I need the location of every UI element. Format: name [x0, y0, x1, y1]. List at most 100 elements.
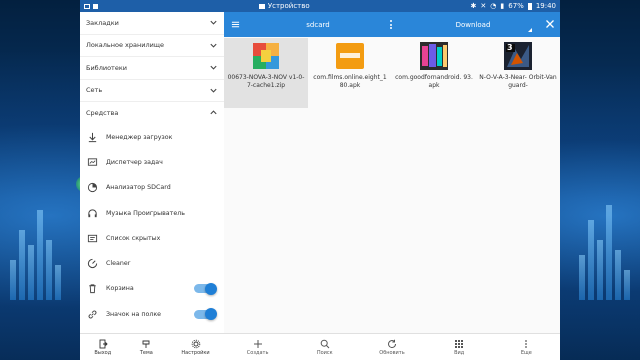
drawer-section-libraries[interactable]: Библиотеки	[80, 57, 224, 80]
drawer-bottom-bar: Выход Тема Настройки	[80, 333, 224, 360]
battery-percent: 67%	[508, 2, 524, 10]
hamburger-icon	[231, 21, 239, 28]
breadcrumb-download[interactable]: Download	[408, 12, 538, 37]
file-manager-app: Закладки Локальное хранилище Библиотеки …	[80, 12, 560, 360]
more-label: Еще	[520, 349, 532, 356]
battery-icon	[527, 2, 532, 10]
task-manager-icon	[86, 156, 98, 168]
status-bar: Устройство ✱ ✕ ◔ ▮ 67% 19:40	[80, 0, 560, 12]
refresh-icon	[388, 339, 396, 348]
navigation-drawer: Закладки Локальное хранилище Библиотеки …	[80, 12, 225, 360]
tool-label: Диспетчер задач	[106, 158, 163, 166]
tool-download-manager[interactable]: Менеджер загрузок	[80, 125, 224, 150]
drawer-section-label: Закладки	[86, 18, 119, 27]
theme-label: Тема	[139, 349, 153, 356]
equalizer-decoration-left	[10, 210, 61, 300]
tool-shelf-shortcut[interactable]: Значок на полке	[80, 302, 224, 327]
search-button[interactable]: Поиск	[300, 339, 350, 356]
file-item[interactable]: 00673-NOVA-3-NOV v1-0-7-cache1.zip	[224, 38, 308, 108]
more-button[interactable]: Еще	[501, 339, 551, 356]
nova3-game-icon: 3	[503, 41, 533, 71]
settings-button[interactable]: Настройки	[181, 339, 210, 356]
breadcrumb-sdcard[interactable]: sdcard	[248, 12, 388, 37]
more-icon	[525, 339, 528, 348]
drawer-section-tools[interactable]: Средства	[80, 102, 224, 125]
close-icon[interactable]	[544, 18, 556, 30]
file-name: N-O-V-A-3-Near- Orbit-Vanguard-	[479, 74, 557, 89]
tools-list: Менеджер загрузок Диспетчер задач Анализ…	[80, 125, 224, 327]
exit-button[interactable]: Выход	[94, 339, 111, 356]
drawer-section-bookmarks[interactable]: Закладки	[80, 12, 224, 35]
status-left	[84, 3, 98, 9]
tool-label: Музыка Проигрыватель	[106, 209, 185, 217]
file-name: com.goodfornandroid. 93.apk	[395, 74, 473, 89]
notification-icon	[84, 3, 90, 9]
tool-label: Корзина	[106, 285, 134, 293]
mute-icon: ✕	[480, 2, 487, 10]
link-icon	[86, 308, 98, 320]
breadcrumb-label: Download	[455, 20, 491, 29]
tool-label: Анализатор SDCard	[106, 184, 171, 192]
exit-icon	[99, 339, 108, 348]
chevron-up-icon	[210, 110, 217, 115]
equalizer-decoration-right	[579, 205, 630, 300]
cleaner-icon	[86, 258, 98, 270]
file-item[interactable]: 3 N-O-V-A-3-Near- Orbit-Vanguard-	[476, 38, 560, 108]
file-name: com.films.online.eight_1 80.apk	[313, 74, 387, 89]
tool-label: Менеджер загрузок	[106, 133, 173, 141]
search-label: Поиск	[316, 349, 333, 356]
tool-sd-analyzer[interactable]: Анализатор SDCard	[80, 175, 224, 200]
notification-icon-2	[93, 3, 98, 9]
refresh-label: Обновить	[379, 349, 405, 356]
drawer-section-label: Библиотеки	[86, 63, 127, 72]
drawer-section-local-storage[interactable]: Локальное хранилище	[80, 35, 224, 57]
theme-button[interactable]: Тема	[140, 339, 153, 356]
drawer-section-network[interactable]: Сеть	[80, 80, 224, 102]
download-icon	[86, 131, 98, 143]
search-icon	[320, 339, 330, 348]
goodfornandroid-app-icon	[419, 41, 449, 71]
view-label: Вид	[454, 349, 465, 356]
theme-icon	[142, 340, 150, 348]
file-item[interactable]: com.films.online.eight_1 80.apk	[308, 38, 392, 108]
top-toolbar: sdcard Download	[224, 12, 560, 37]
settings-label: Настройки	[181, 349, 210, 356]
menu-button[interactable]	[224, 20, 246, 29]
game-number-badge: 3	[507, 43, 513, 52]
shelf-shortcut-toggle[interactable]	[194, 308, 217, 321]
status-right: ✱ ✕ ◔ ▮ 67% 19:40	[471, 2, 556, 10]
recycle-bin-toggle[interactable]	[194, 282, 217, 295]
file-name: 00673-NOVA-3-NOV v1-0-7-cache1.zip	[227, 74, 305, 89]
chevron-down-icon	[210, 20, 217, 25]
status-center: Устройство	[258, 2, 310, 10]
file-browser: sdcard Download 00673-NOVA-3-NOV v1-0-7-…	[224, 12, 560, 360]
bluetooth-icon: ✱	[470, 2, 477, 10]
tool-hidden-list[interactable]: Список скрытых	[80, 226, 224, 251]
create-label: Создать	[246, 349, 269, 356]
drawer-section-label: Сеть	[86, 86, 103, 95]
drawer-section-label: Локальное хранилище	[86, 41, 164, 50]
chevron-down-icon	[210, 88, 217, 93]
trash-icon	[86, 283, 98, 295]
file-item[interactable]: com.goodfornandroid. 93.apk	[392, 38, 476, 108]
grid-view-icon	[455, 339, 464, 348]
hidden-list-icon	[86, 232, 98, 244]
status-center-label: Устройство	[267, 2, 310, 10]
drawer-section-label: Средства	[86, 109, 119, 118]
tool-music-player[interactable]: Музыка Проигрыватель	[80, 200, 224, 225]
settings-icon	[191, 339, 200, 348]
tool-recycle-bin[interactable]: Корзина	[80, 276, 224, 301]
create-button[interactable]: Создать	[233, 339, 283, 356]
wifi-icon: ◔	[490, 2, 497, 10]
chevron-down-icon	[210, 43, 217, 48]
bottom-action-bar: Создать Поиск Обновить Вид Еще	[224, 333, 560, 360]
plus-icon	[253, 339, 262, 348]
refresh-button[interactable]: Обновить	[367, 339, 417, 356]
view-button[interactable]: Вид	[434, 339, 484, 356]
tool-label: Список скрытых	[106, 234, 161, 242]
breadcrumb-separator-icon	[390, 20, 392, 29]
headphones-icon	[86, 207, 98, 219]
exit-label: Выход	[94, 349, 112, 356]
tool-task-manager[interactable]: Диспетчер задач	[80, 150, 224, 175]
tool-cleaner[interactable]: Cleaner	[80, 251, 224, 276]
